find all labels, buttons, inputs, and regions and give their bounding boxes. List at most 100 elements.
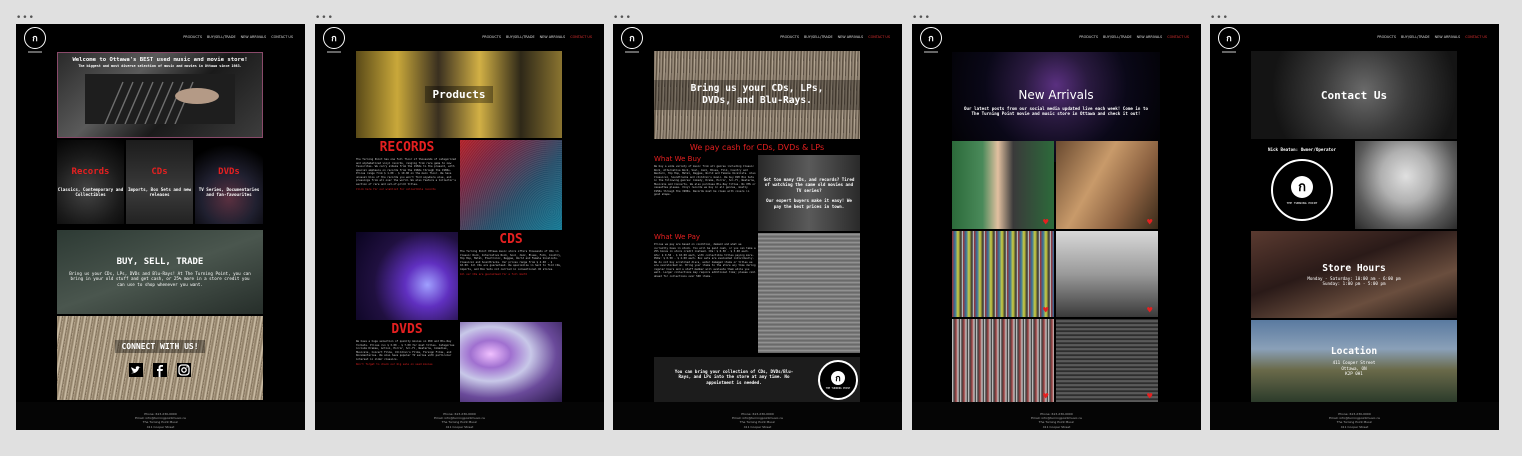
nav-link-buy-sell-trade[interactable]: BUY/SELL/TRADE (1401, 35, 1430, 39)
post-image[interactable]: ♥ (952, 319, 1054, 403)
records-link[interactable]: Click here for our wishlist for collecti… (356, 188, 458, 191)
category-title: Records (71, 166, 110, 177)
hero-overlay: Bring us your CDs, LPs, DVDs, and Blu-Ra… (654, 80, 860, 110)
facebook-icon[interactable] (153, 362, 167, 377)
nav-link-new-arrivals[interactable]: NEW ARRIVALS (540, 35, 566, 39)
nav-link-contact-us[interactable]: CONTACT US (271, 35, 293, 39)
page-buy-sell-trade: ก PRODUCTS BUY/SELL/TRADE NEW ARRIVALS C… (613, 24, 902, 430)
nav-link-products[interactable]: PRODUCTS (183, 35, 202, 39)
records-title: RECORDS (379, 140, 435, 155)
nav-link-contact-us[interactable]: CONTACT US (570, 35, 592, 39)
nav-link-products[interactable]: PRODUCTS (1377, 35, 1396, 39)
category-desc: Classics, Contemporary and Collectibles (57, 186, 124, 197)
logo[interactable]: ก (1218, 27, 1240, 53)
cds-text: The Turning Point Ottawa music store off… (460, 250, 562, 271)
footer-address: 411 Cooper Street (1340, 424, 1369, 429)
what-we-buy-text: We buy a wide variety of music from all … (654, 165, 756, 196)
hero-banner: Welcome to Ottawa's BEST used music and … (57, 52, 263, 138)
cds-link[interactable]: All our CDs are guaranteed for a full mo… (460, 273, 562, 276)
heart-icon[interactable]: ♥ (1147, 219, 1155, 228)
frame-menu-dots[interactable]: ••• (912, 14, 931, 23)
nav-link-buy-sell-trade[interactable]: BUY/SELL/TRADE (804, 35, 833, 39)
hero-title: Welcome to Ottawa's BEST used music and … (72, 57, 248, 63)
owner-name: Nick Beaton: Owner/Operator (1267, 147, 1337, 152)
design-board: ••• ก PRODUCTS BUY/SELL/TRADE NEW ARRIVA… (0, 0, 1522, 456)
page-new-arrivals: ก PRODUCTS BUY/SELL/TRADE NEW ARRIVALS C… (912, 24, 1201, 430)
footer-address: 411 Cooper Street (1042, 424, 1071, 429)
logo[interactable]: ก (323, 27, 345, 53)
nav-link-new-arrivals[interactable]: NEW ARRIVALS (1137, 35, 1163, 39)
logo[interactable]: ก (621, 27, 643, 53)
address-postal: K2P 0H1 (1345, 371, 1363, 377)
frame-menu-dots[interactable]: ••• (1210, 14, 1229, 23)
frame-menu-dots[interactable]: ••• (613, 14, 632, 23)
category-desc: Imports, Box Sets and new releases (127, 186, 192, 197)
arrivals-text: Our latest posts from our social media u… (963, 106, 1149, 117)
turning-point-badge: ก THE TURNING POINT (818, 360, 858, 400)
owner-photo (1355, 141, 1457, 229)
logo-mark: ก (1291, 175, 1313, 198)
nav-link-contact-us[interactable]: CONTACT US (868, 35, 890, 39)
buy-sell-text: Bring us your CDs, LPs, DVDs and Blu-Ray… (69, 270, 251, 287)
post-image[interactable]: ♥ (952, 231, 1054, 317)
nav-link-new-arrivals[interactable]: NEW ARRIVALS (838, 35, 864, 39)
heart-icon[interactable]: ♥ (1043, 307, 1051, 316)
logo[interactable]: ก (920, 27, 942, 53)
post-image[interactable]: ♥ (1056, 141, 1158, 229)
category-records[interactable]: Records Classics, Contemporary and Colle… (57, 140, 124, 224)
navbar: ก PRODUCTS BUY/SELL/TRADE NEW ARRIVALS C… (912, 24, 1201, 53)
nav-link-buy-sell-trade[interactable]: BUY/SELL/TRADE (1103, 35, 1132, 39)
category-cds[interactable]: CDs Imports, Box Sets and new releases (126, 140, 193, 224)
arrivals-title: New Arrivals (1018, 88, 1094, 102)
dvds-block: DVDS We have a huge selection of quality… (356, 322, 458, 402)
category-desc: TV Series, Documentaries and fan-favouri… (198, 186, 260, 197)
dvds-text: We have a huge selection of quality movi… (356, 340, 455, 361)
navbar: ก PRODUCTS BUY/SELL/TRADE NEW ARRIVALS C… (613, 24, 902, 53)
instagram-icon[interactable] (177, 362, 191, 377)
nav-link-buy-sell-trade[interactable]: BUY/SELL/TRADE (207, 35, 236, 39)
connect-overlay: CONNECT WITH US! (115, 339, 205, 353)
footer: Phone: 613-230-0000 Email: info@turningp… (16, 402, 305, 430)
footer: Phone: 613-230-0000 Email: info@turningp… (613, 402, 902, 430)
what-we-pay-heading: What We Pay (654, 233, 700, 241)
dvds-title: DVDS (391, 322, 423, 337)
hero-title: Products (432, 88, 486, 101)
post-image[interactable]: ♥ (952, 141, 1054, 229)
what-we-buy-block: What We Buy We buy a wide variety of mus… (654, 155, 757, 231)
heart-icon[interactable]: ♥ (1043, 219, 1051, 228)
hero-overlay: Products (424, 86, 494, 103)
frame-menu-dots[interactable]: ••• (16, 14, 35, 23)
post-image[interactable]: ♥ (1056, 231, 1158, 317)
nav-link-new-arrivals[interactable]: NEW ARRIVALS (1435, 35, 1461, 39)
social-icons (129, 362, 191, 377)
hours-line-sunday: Sunday: 1:00 pm - 5:00 pm (1322, 281, 1386, 286)
nav-link-contact-us[interactable]: CONTACT US (1167, 35, 1189, 39)
nav-link-products[interactable]: PRODUCTS (780, 35, 799, 39)
navbar: ก PRODUCTS BUY/SELL/TRADE NEW ARRIVALS C… (315, 24, 604, 53)
side-question: Got too many CDs, and records? Tired of … (763, 176, 855, 193)
nav-link-contact-us[interactable]: CONTACT US (1465, 35, 1487, 39)
dvds-link[interactable]: Don't forget to check our big sale on us… (356, 363, 458, 366)
nav-links: PRODUCTS BUY/SELL/TRADE NEW ARRIVALS CON… (780, 35, 890, 39)
nav-link-new-arrivals[interactable]: NEW ARRIVALS (241, 35, 267, 39)
connect-title: CONNECT WITH US! (121, 341, 199, 351)
logo[interactable]: ก (24, 27, 46, 53)
category-dvds[interactable]: DVDs TV Series, Documentaries and fan-fa… (195, 140, 263, 224)
footer-address: 411 Cooper Street (146, 424, 175, 429)
frame-menu-dots[interactable]: ••• (315, 14, 334, 23)
post-image[interactable]: ♥ (1056, 319, 1158, 403)
nav-link-products[interactable]: PRODUCTS (482, 35, 501, 39)
heart-icon[interactable]: ♥ (1147, 307, 1155, 316)
nav-link-products[interactable]: PRODUCTS (1079, 35, 1098, 39)
nav-link-buy-sell-trade[interactable]: BUY/SELL/TRADE (506, 35, 535, 39)
heart-icon[interactable]: ♥ (1043, 393, 1051, 402)
heart-icon[interactable]: ♥ (1147, 393, 1155, 402)
navbar: ก PRODUCTS BUY/SELL/TRADE NEW ARRIVALS C… (1210, 24, 1499, 53)
hero-subtitle: The biggest and most diverse selection o… (78, 64, 242, 68)
badge-caption: THE TURNING POINT (1286, 200, 1318, 205)
hero-title: Contact Us (1320, 88, 1388, 102)
vinyl-hands-image (85, 74, 235, 124)
location-title: Location (1330, 346, 1378, 358)
twitter-icon[interactable] (129, 362, 143, 377)
footer-address: 411 Cooper Street (445, 424, 474, 429)
